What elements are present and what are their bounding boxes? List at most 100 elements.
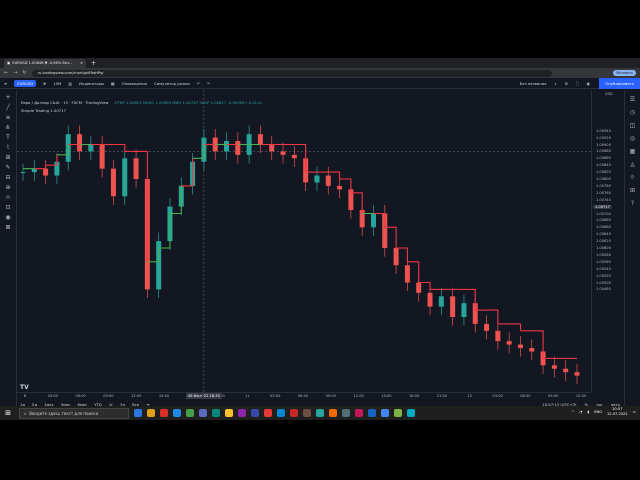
- language-indicator[interactable]: ENG: [594, 410, 602, 414]
- volume-icon[interactable]: ◖: [587, 410, 589, 414]
- tradingview-favicon-icon: ▣: [7, 61, 11, 65]
- trash-icon[interactable]: ⊠: [5, 224, 12, 231]
- layout-name-button[interactable]: Без названия: [520, 81, 547, 86]
- app-icon[interactable]: [316, 409, 324, 417]
- app-icon[interactable]: [368, 409, 376, 417]
- indicators-button[interactable]: Индикаторы: [79, 81, 104, 86]
- app-icon[interactable]: [394, 409, 402, 417]
- ideas-icon[interactable]: ◎: [629, 135, 636, 142]
- brush-icon[interactable]: ✎: [5, 164, 12, 171]
- app-icon[interactable]: [186, 409, 194, 417]
- trend-line-icon[interactable]: ╱: [5, 104, 12, 111]
- watchlist-icon[interactable]: ☰: [629, 96, 636, 103]
- help-icon[interactable]: ?: [629, 200, 636, 207]
- alerts-button[interactable]: Оповещения: [122, 81, 148, 86]
- chart-type-icon[interactable]: ▥: [68, 81, 72, 86]
- taskbar-search[interactable]: ⌕ Введите здесь текст для поиска: [19, 407, 129, 419]
- candle-body: [269, 144, 275, 152]
- projection-icon[interactable]: ⊞: [5, 154, 12, 161]
- candle-body: [20, 172, 26, 174]
- price-tick-label: 1.00840: [596, 163, 611, 168]
- chevron-up-icon[interactable]: ^: [571, 410, 574, 414]
- bulb-icon[interactable]: ☼: [629, 174, 636, 181]
- windows-start-icon[interactable]: ⊞: [2, 408, 14, 418]
- crosshair-icon[interactable]: +: [5, 94, 12, 101]
- time-tick-label: 18:00: [409, 394, 420, 398]
- horizontal-lines-icon[interactable]: ≡: [5, 114, 12, 121]
- app-icon[interactable]: [212, 409, 220, 417]
- app-icon[interactable]: [303, 409, 311, 417]
- update-browser-button[interactable]: Обновить: [612, 70, 636, 76]
- app-icon[interactable]: [290, 409, 298, 417]
- calendar-icon[interactable]: ▦: [629, 148, 636, 155]
- magnet-icon[interactable]: ∩: [5, 194, 12, 201]
- text-tool-icon[interactable]: T: [5, 134, 12, 141]
- app-icon[interactable]: [199, 409, 207, 417]
- price-tick-label: 1.00940: [596, 128, 611, 133]
- file-explorer-icon[interactable]: [147, 409, 155, 417]
- new-tab-button[interactable]: +: [91, 60, 96, 67]
- alerts-clock-icon[interactable]: ◷: [629, 109, 636, 116]
- time-axis[interactable]: 8 03:00 06:00 09:00 12:00 15:00 18:00 21:00 11 03…: [17, 392, 591, 400]
- candle-body: [393, 248, 399, 266]
- fullscreen-icon[interactable]: ⛶: [576, 81, 579, 86]
- pitchfork-icon[interactable]: ⋔: [5, 124, 12, 131]
- time-tick-label: 03:00: [47, 394, 58, 398]
- candle-body: [291, 154, 297, 159]
- symbol-search-button[interactable]: EURUSD: [14, 79, 37, 87]
- search-icon[interactable]: ⌕: [554, 81, 556, 86]
- forward-icon[interactable]: →: [13, 70, 17, 76]
- app-icon[interactable]: [225, 409, 233, 417]
- bell-icon[interactable]: ◬: [629, 161, 636, 168]
- replay-button[interactable]: Симулятор рынка: [154, 81, 190, 86]
- currency-label[interactable]: USD: [605, 92, 613, 96]
- chart-legend: Евро / Доллар США · 15 · FXCM · TradingV…: [21, 100, 262, 105]
- ruler-icon[interactable]: ⊟: [5, 174, 12, 181]
- menu-icon[interactable]: ≡: [4, 81, 7, 86]
- app-icon[interactable]: [264, 409, 272, 417]
- lock-icon[interactable]: ⊡: [5, 204, 12, 211]
- app-icon[interactable]: [342, 409, 350, 417]
- camera-icon[interactable]: ◉: [587, 81, 590, 86]
- price-tick-label: 1.00540: [596, 266, 611, 271]
- publish-button[interactable]: Опубликовать: [599, 78, 640, 89]
- reload-icon[interactable]: ↻: [22, 70, 26, 76]
- app-icon[interactable]: [251, 409, 259, 417]
- price-tick-label: 1.00640: [596, 232, 611, 237]
- app-icon[interactable]: [407, 409, 415, 417]
- add-symbol-icon[interactable]: ⊕: [43, 81, 46, 86]
- indicator-legend[interactable]: Simple Trading 1.00717: [21, 108, 66, 113]
- candle-body: [427, 292, 433, 307]
- candle-body: [404, 265, 410, 283]
- redo-icon[interactable]: ↷: [207, 81, 210, 86]
- timeframe-button[interactable]: 15М: [53, 81, 61, 86]
- price-axis[interactable]: USD 1.00940 1.00920 1.00900 1.00880 1.00860 1…: [591, 90, 624, 392]
- chat-icon[interactable]: ◫: [629, 122, 636, 129]
- back-icon[interactable]: ←: [4, 70, 8, 76]
- app-icon[interactable]: [160, 409, 168, 417]
- close-tab-icon[interactable]: ×: [80, 61, 83, 65]
- candle-body: [484, 323, 490, 331]
- taskbar-clock[interactable]: 10:57 12.07.2022: [607, 407, 628, 417]
- time-tick-label: 06:00: [75, 394, 86, 398]
- browser-tab[interactable]: ▣ EURUSD 1.00846 ▼ -0.56% Без... ×: [4, 58, 86, 68]
- eye-icon[interactable]: ◉: [5, 214, 12, 221]
- app-icon[interactable]: [277, 409, 285, 417]
- app-icon[interactable]: [238, 409, 246, 417]
- notifications-icon[interactable]: ▭: [633, 410, 636, 414]
- zoom-icon[interactable]: ⊕: [5, 184, 12, 191]
- templates-icon[interactable]: ▦: [111, 81, 115, 86]
- app-icon[interactable]: [355, 409, 363, 417]
- grid-icon[interactable]: ⊞: [629, 187, 636, 194]
- time-tick-label: 09:00: [103, 394, 114, 398]
- task-view-icon[interactable]: [134, 409, 142, 417]
- url-field[interactable]: ru.tradingview.com/chart/pbE9oHPq/: [31, 69, 552, 77]
- network-icon[interactable]: ◔: [579, 410, 582, 414]
- settings-icon[interactable]: ⚙: [565, 81, 568, 86]
- price-chart[interactable]: [17, 90, 591, 392]
- pattern-icon[interactable]: ⌇: [5, 144, 12, 151]
- app-icon[interactable]: [329, 409, 337, 417]
- app-icon[interactable]: [173, 409, 181, 417]
- undo-icon[interactable]: ↶: [197, 81, 200, 86]
- chrome-icon[interactable]: [381, 409, 389, 417]
